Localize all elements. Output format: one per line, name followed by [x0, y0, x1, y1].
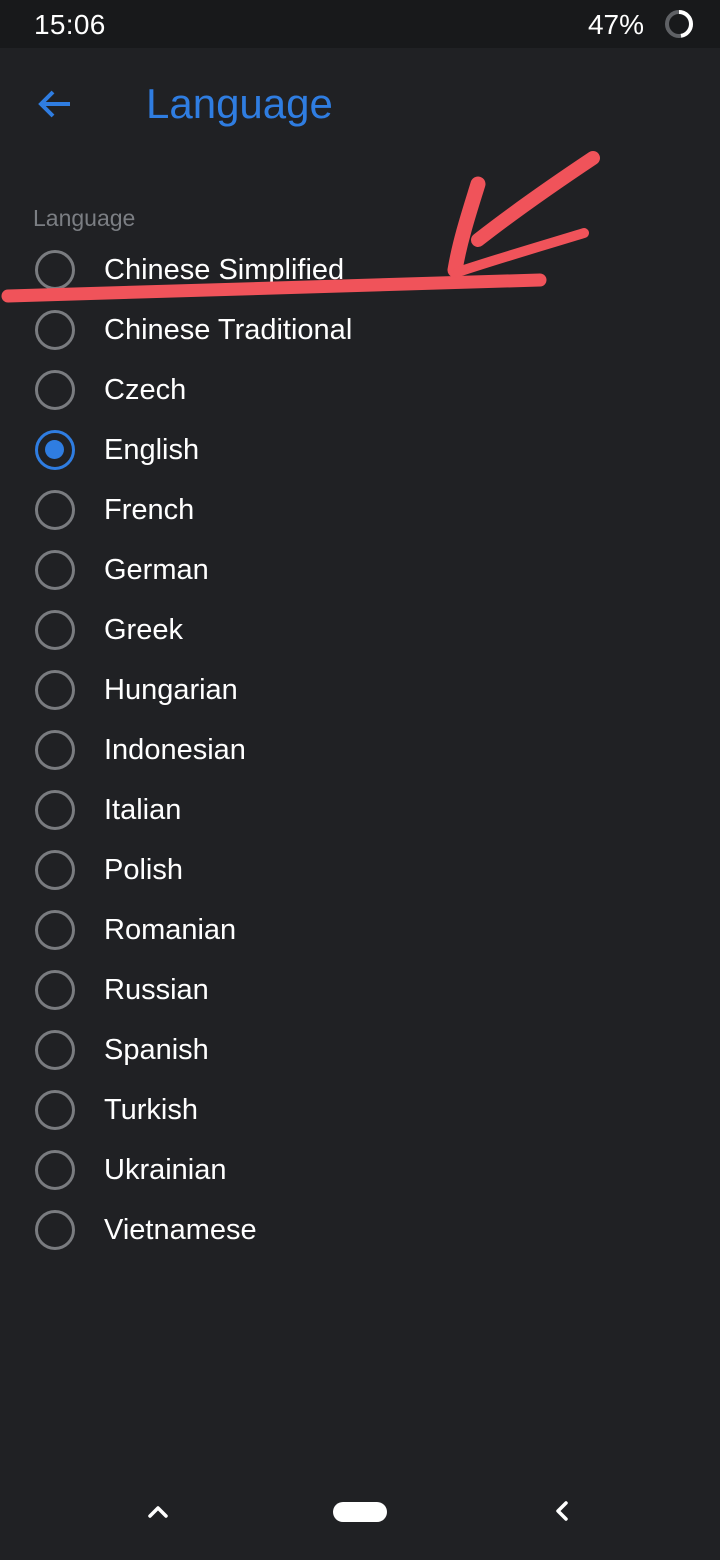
radio-unchecked-icon[interactable] — [35, 1210, 75, 1250]
battery-ring-icon — [665, 10, 693, 38]
language-option[interactable]: English — [0, 420, 720, 480]
radio-unchecked-icon[interactable] — [35, 1150, 75, 1190]
language-list: Chinese Simplified Chinese Traditional Cze… — [0, 240, 720, 1260]
language-option[interactable]: Polish — [0, 840, 720, 900]
language-label: Chinese Simplified — [104, 254, 345, 286]
language-label: Spanish — [104, 1034, 209, 1066]
language-label: Romanian — [104, 914, 237, 946]
language-label: Vietnamese — [104, 1214, 257, 1246]
radio-unchecked-icon[interactable] — [35, 850, 75, 890]
language-label: Chinese Traditional — [104, 314, 353, 346]
language-option[interactable]: Vietnamese — [0, 1200, 720, 1260]
radio-unchecked-icon[interactable] — [35, 310, 75, 350]
language-option[interactable]: Indonesian — [0, 720, 720, 780]
language-label: Polish — [104, 854, 183, 886]
back-button[interactable] — [22, 74, 88, 134]
language-label: Indonesian — [104, 734, 246, 766]
section-header: Language — [33, 205, 136, 231]
radio-unchecked-icon[interactable] — [35, 730, 75, 770]
arrow-left-icon — [38, 90, 70, 118]
status-bar: 15:06 47% — [0, 0, 720, 48]
app-bar: Language — [0, 48, 720, 160]
language-option[interactable]: German — [0, 540, 720, 600]
language-label: Czech — [104, 374, 187, 406]
language-option[interactable]: Ukrainian — [0, 1140, 720, 1200]
language-option[interactable]: Czech — [0, 360, 720, 420]
chevron-up-icon — [148, 1506, 168, 1518]
radio-unchecked-icon[interactable] — [35, 370, 75, 410]
radio-unchecked-icon[interactable] — [35, 250, 75, 290]
chevron-back-icon — [556, 1501, 568, 1521]
language-label: French — [104, 494, 195, 526]
language-option[interactable]: Italian — [0, 780, 720, 840]
radio-unchecked-icon[interactable] — [35, 550, 75, 590]
language-label: Russian — [104, 974, 209, 1006]
radio-unchecked-icon[interactable] — [35, 610, 75, 650]
language-label: English — [104, 434, 200, 466]
language-option[interactable]: Greek — [0, 600, 720, 660]
home-button[interactable] — [333, 1502, 387, 1522]
radio-unchecked-icon[interactable] — [35, 1030, 75, 1070]
battery-percent: 47% — [587, 9, 644, 40]
language-option[interactable]: Romanian — [0, 900, 720, 960]
recents-button[interactable] — [138, 1496, 178, 1526]
radio-unchecked-icon[interactable] — [35, 1090, 75, 1130]
radio-unchecked-icon[interactable] — [35, 910, 75, 950]
navigation-bar — [0, 1460, 720, 1560]
language-label: Hungarian — [104, 674, 238, 706]
language-label: Italian — [104, 794, 182, 826]
language-option[interactable]: French — [0, 480, 720, 540]
radio-unchecked-icon[interactable] — [35, 490, 75, 530]
language-label: German — [104, 554, 209, 586]
language-option[interactable]: Russian — [0, 960, 720, 1020]
radio-unchecked-icon[interactable] — [35, 670, 75, 710]
language-option[interactable]: Chinese Traditional — [0, 300, 720, 360]
radio-unchecked-icon[interactable] — [35, 970, 75, 1010]
language-settings-screen: 15:06 47% Language Language Chinese Simp… — [0, 0, 720, 1560]
language-option[interactable]: Hungarian — [0, 660, 720, 720]
page-title: Language — [146, 80, 333, 127]
radio-unchecked-icon[interactable] — [35, 790, 75, 830]
home-pill-icon — [333, 1502, 387, 1522]
language-option[interactable]: Chinese Simplified — [0, 240, 720, 300]
radio-checked-icon[interactable] — [35, 430, 75, 470]
language-label: Greek — [104, 614, 183, 646]
language-option[interactable]: Spanish — [0, 1020, 720, 1080]
language-label: Turkish — [104, 1094, 198, 1126]
language-label: Ukrainian — [104, 1154, 227, 1186]
back-nav-button[interactable] — [544, 1496, 580, 1526]
language-option[interactable]: Turkish — [0, 1080, 720, 1140]
status-time: 15:06 — [34, 9, 106, 40]
